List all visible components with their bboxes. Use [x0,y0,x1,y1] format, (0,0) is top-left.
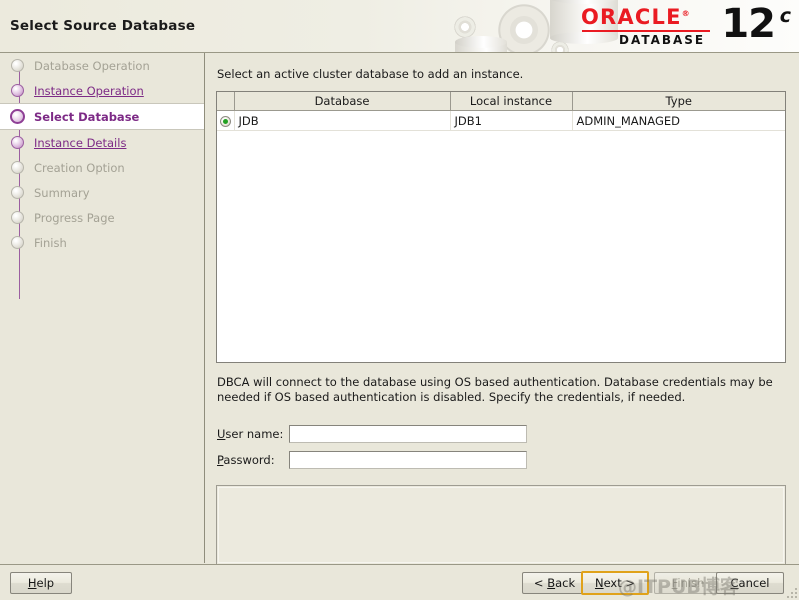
step-label: Select Database [34,109,140,124]
username-input[interactable] [289,425,527,443]
sidebar-step-creation-option: Creation Option [0,155,204,180]
table-row[interactable]: JDB JDB1 ADMIN_MANAGED [217,110,785,131]
sidebar-step-progress-page: Progress Page [0,205,204,230]
step-label: Creation Option [34,160,125,175]
resize-grip[interactable] [783,584,797,598]
sidebar-step-database-operation: Database Operation [0,53,204,78]
table-header-local-instance[interactable]: Local instance [450,92,573,111]
dbca-wizard-window: Select Source Database ORACLE® DATABASE … [0,0,799,600]
step-label: Database Operation [34,58,150,73]
finish-button: Finish [654,572,722,594]
step-label: Progress Page [34,210,115,225]
sidebar-step-select-database[interactable]: Select Database [0,103,204,130]
trademark-symbol: ® [681,9,691,18]
help-label-rest: elp [36,576,55,590]
username-label-rest: ser name: [225,427,284,441]
database-table[interactable]: Database Local instance Type JDB JDB1 AD… [216,91,786,363]
gear-icon-small [450,12,480,42]
next-button[interactable]: Next > [581,571,649,595]
cell-type: ADMIN_MANAGED [572,110,785,131]
gear-icon-tiny [548,38,572,52]
back-label-rest: ack [555,576,576,590]
back-mnemonic: B [547,576,556,590]
credentials-note: DBCA will connect to the database using … [217,375,773,404]
message-panel-inner [218,487,784,563]
step-bullet-icon [11,84,24,97]
message-panel [216,485,786,565]
step-label[interactable]: Instance Details [34,136,126,150]
step-bullet-icon [11,236,24,249]
oracle-product-label: DATABASE [619,33,706,47]
credentials-fields: User name: Password: [217,421,527,473]
cancel-label-rest: ancel [738,576,770,590]
cell-database: JDB [234,110,451,131]
next-label-rest: ext > [603,576,636,590]
main-content-panel: Select an active cluster database to add… [205,53,799,565]
step-bullet-icon-current [10,109,25,124]
step-bullet-icon [11,59,24,72]
oracle-version-edition: c [779,5,791,27]
table-header-select [217,92,235,111]
table-header-type[interactable]: Type [572,92,785,111]
sidebar-step-instance-operation[interactable]: Instance Operation [0,78,204,103]
sidebar-step-summary: Summary [0,180,204,205]
table-header-row: Database Local instance Type [217,92,785,111]
sidebar-step-finish: Finish [0,230,204,255]
cancel-button[interactable]: Cancel [716,572,784,594]
back-button[interactable]: < Back [522,572,587,594]
password-row: Password: [217,447,527,473]
sidebar-step-instance-details[interactable]: Instance Details [0,130,204,155]
help-mnemonic: H [27,576,37,590]
password-label: Password: [217,453,289,467]
wizard-step-sidebar: Database Operation Instance Operation Se… [0,53,205,563]
back-prefix: < [533,576,548,590]
password-input[interactable] [289,451,527,469]
username-label: User name: [217,427,289,441]
cell-local-instance: JDB1 [450,110,573,131]
oracle-version-number: 12 [721,1,776,47]
table-header-database[interactable]: Database [234,92,451,111]
step-label[interactable]: Instance Operation [34,84,144,98]
instruction-text: Select an active cluster database to add… [217,67,524,81]
row-select-cell[interactable] [217,110,235,131]
username-row: User name: [217,421,527,447]
finish-label-rest: inish [677,576,705,590]
page-title: Select Source Database [10,18,196,34]
oracle-wordmark: ORACLE® [581,5,691,29]
step-bullet-icon [11,211,24,224]
next-mnemonic: N [594,576,604,590]
step-label: Finish [34,235,67,250]
gear-icon [488,0,560,52]
oracle-logo: ORACLE® DATABASE 12 c [581,1,791,49]
help-button[interactable]: Help [10,572,72,594]
header-banner: Select Source Database ORACLE® DATABASE … [0,0,799,53]
row-radio-button[interactable] [219,115,231,127]
password-label-rest: assword: [223,453,275,467]
footer-button-bar: Help < Back Next > Finish Cancel [0,564,799,600]
step-label: Summary [34,185,90,200]
logo-underline [582,30,710,32]
step-bullet-icon [11,136,24,149]
step-bullet-icon [11,186,24,199]
step-bullet-icon [11,161,24,174]
database-cylinder-icon-small [455,36,507,52]
cancel-mnemonic: C [730,576,739,590]
